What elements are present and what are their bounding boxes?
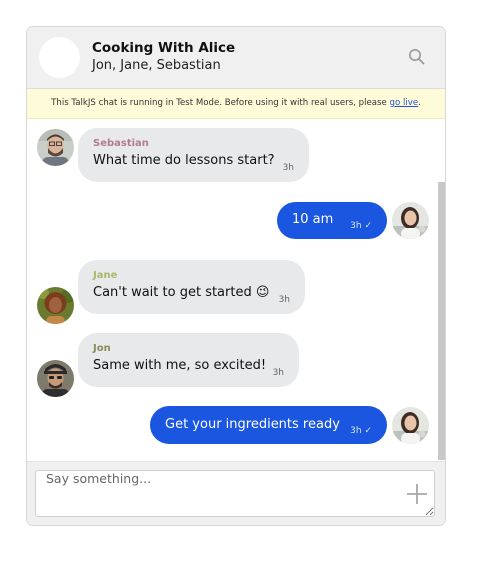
message-bubble[interactable]: Jane Can't wait to get started 😉 3h bbox=[78, 260, 305, 314]
message-time: 3h bbox=[282, 163, 294, 173]
message-time: 3h bbox=[278, 295, 290, 305]
message-text: What time do lessons start? bbox=[93, 153, 275, 168]
message-text: Get your ingredients ready bbox=[165, 417, 340, 432]
message-input[interactable] bbox=[35, 470, 435, 517]
message-bubble-outgoing[interactable]: Get your ingredients ready 3h ✓ bbox=[150, 406, 387, 444]
message-bubble[interactable]: Jon Same with me, so excited! 3h bbox=[78, 333, 299, 387]
chat-header: Cooking With Alice Jon, Jane, Sebastian bbox=[27, 27, 445, 89]
jon-avatar[interactable] bbox=[37, 360, 74, 397]
test-mode-text: This TalkJS chat is running in Test Mode… bbox=[51, 98, 390, 108]
message-list-scrollbar[interactable] bbox=[438, 182, 445, 460]
message-time: 3h ✓ bbox=[350, 221, 372, 231]
message-text: 10 am bbox=[292, 212, 334, 227]
message-list[interactable]: Sebastian What time do lessons start? 3h… bbox=[27, 119, 445, 460]
message-text: Can't wait to get started 😉 bbox=[93, 285, 270, 300]
plus-icon[interactable] bbox=[405, 482, 429, 506]
message-time: 3h ✓ bbox=[350, 426, 372, 436]
search-icon[interactable] bbox=[407, 47, 427, 67]
sebastian-avatar[interactable] bbox=[37, 129, 74, 166]
alice-avatar[interactable] bbox=[392, 407, 429, 444]
message-bubble[interactable]: Sebastian What time do lessons start? 3h bbox=[78, 128, 309, 182]
chat-window: Cooking With Alice Jon, Jane, Sebastian … bbox=[26, 26, 446, 526]
message-time: 3h bbox=[272, 368, 284, 378]
conversation-participants: Jon, Jane, Sebastian bbox=[92, 58, 221, 73]
conversation-avatar bbox=[39, 37, 80, 78]
jane-avatar[interactable] bbox=[37, 287, 74, 324]
test-mode-banner: This TalkJS chat is running in Test Mode… bbox=[27, 89, 445, 119]
message-bubble-outgoing[interactable]: 10 am 3h ✓ bbox=[277, 202, 387, 239]
test-mode-suffix: . bbox=[418, 98, 421, 108]
composer bbox=[27, 461, 445, 525]
go-live-link[interactable]: go live bbox=[390, 98, 419, 108]
message-text: Same with me, so excited! bbox=[93, 358, 267, 373]
alice-avatar[interactable] bbox=[392, 202, 429, 239]
sender-name: Jon bbox=[93, 343, 111, 354]
conversation-title: Cooking With Alice bbox=[92, 40, 236, 56]
sender-name: Sebastian bbox=[93, 138, 149, 149]
sender-name: Jane bbox=[93, 270, 118, 281]
